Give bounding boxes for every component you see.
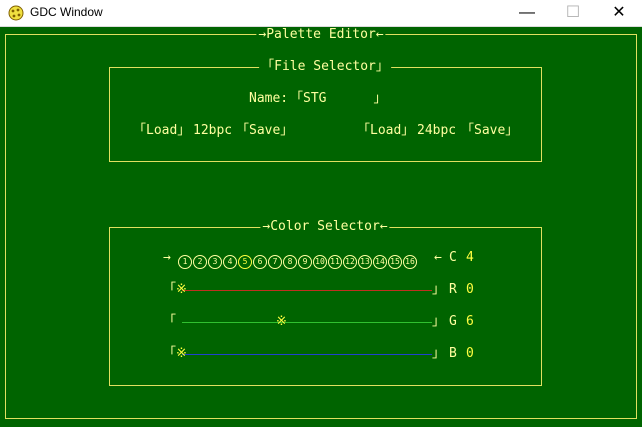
load-12bpc-button[interactable]: 「Load」 [133,123,190,139]
color-index-3[interactable]: 3 [208,254,222,269]
maximize-button[interactable]: ☐ [550,0,596,26]
close-button[interactable]: ✕ [596,0,642,26]
channel-value-b: 0 [466,346,474,361]
file-selector-frame [109,67,542,162]
color-index-1[interactable]: 1 [178,254,192,269]
slider-close-bracket: 」 [432,346,446,361]
channel-value-g: 6 [466,314,474,329]
window-title: GDC Window [30,5,103,19]
slider-close-bracket: 」 [432,314,446,329]
slider-knob-r[interactable]: ※ [176,282,187,298]
color-index-7[interactable]: 7 [268,254,282,269]
color-index-13[interactable]: 13 [358,254,372,269]
color-index-11[interactable]: 11 [328,254,342,269]
color-row-right-arrow: ← [434,250,442,265]
color-index-14[interactable]: 14 [373,254,387,269]
color-index-5[interactable]: 5 [238,254,252,269]
color-index-2[interactable]: 2 [193,254,207,269]
slider-knob-b[interactable]: ※ [176,346,187,362]
name-label: Name: [249,91,289,106]
slider-track-r[interactable] [182,290,432,291]
save-12bpc-button[interactable]: 「Save」 [236,123,293,139]
slider-open-bracket: 「 [163,346,177,361]
slider-knob-g[interactable]: ※ [276,314,287,330]
slider-open-bracket: 「 [163,282,177,297]
slider-track-b[interactable] [182,354,432,355]
slider-close-bracket: 」 [432,282,446,297]
name-input[interactable]: 「STG 」 [290,91,386,107]
color-index-8[interactable]: 8 [283,254,297,269]
color-selector-title: →Color Selector← [260,219,390,235]
color-value: 4 [466,250,474,265]
color-index-6[interactable]: 6 [253,254,267,269]
slider-track-g[interactable] [182,322,432,323]
save-24bpc-button[interactable]: 「Save」 [461,123,518,139]
channel-label-b: B [449,346,457,361]
color-index-15[interactable]: 15 [388,254,402,269]
label-12bpc: 12bpc [193,123,233,138]
color-index-4[interactable]: 4 [223,254,237,269]
color-index-16[interactable]: 16 [403,254,417,269]
color-index-10[interactable]: 10 [313,254,327,269]
palette-editor-title: →Palette Editor← [256,27,386,43]
color-label: C [449,250,457,265]
minimize-button[interactable]: — [504,0,550,26]
channel-label-g: G [449,314,457,329]
title-bar: GDC Window — ☐ ✕ [0,0,642,27]
client-area: →Palette Editor← 「File Selector」 Name: 「… [0,27,642,427]
color-index-12[interactable]: 12 [343,254,357,269]
color-index-row: 1 2 3 4 5 6 7 8 9 10 11 12 13 14 15 16 [178,251,418,270]
load-24bpc-button[interactable]: 「Load」 [357,123,414,139]
label-24bpc: 24bpc [417,123,457,138]
channel-label-r: R [449,282,457,297]
color-row-left-arrow: → [163,250,171,265]
app-icon [8,5,24,21]
slider-open-bracket: 「 [163,314,177,329]
channel-value-r: 0 [466,282,474,297]
file-selector-title: 「File Selector」 [259,59,391,75]
color-index-9[interactable]: 9 [298,254,312,269]
